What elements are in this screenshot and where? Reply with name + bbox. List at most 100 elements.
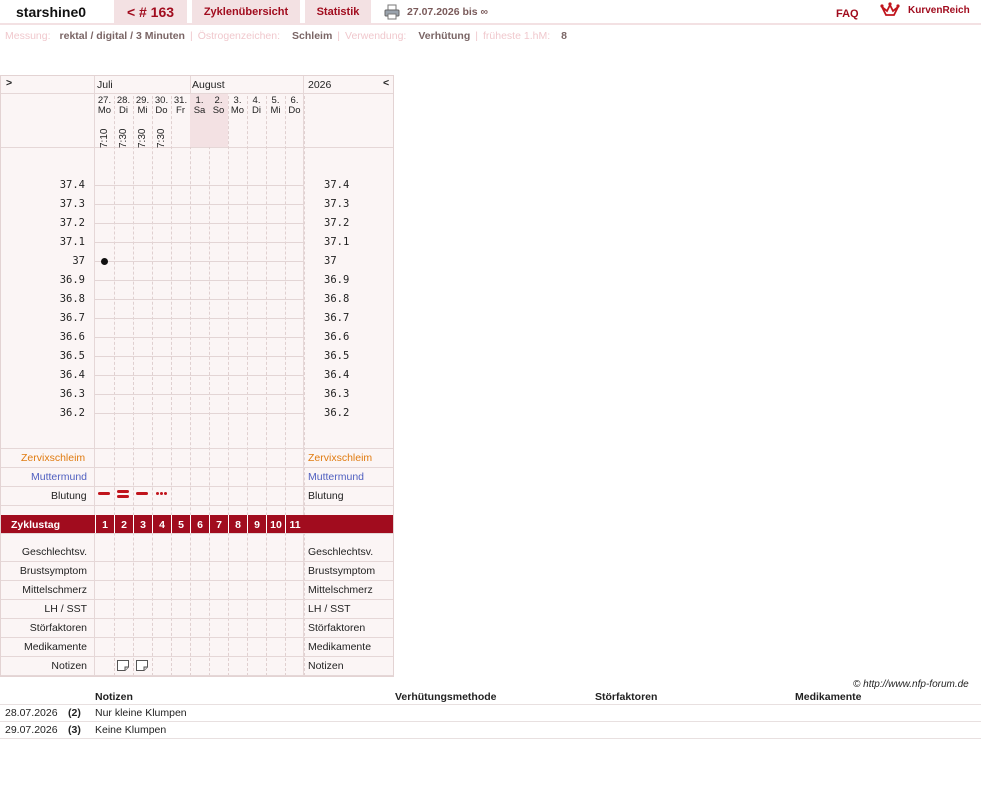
day-weekday[interactable]: Sa xyxy=(190,106,209,116)
temp-gridline xyxy=(95,413,304,414)
cycle-day-number: 5 xyxy=(171,515,190,534)
tab-cycle-overview[interactable]: Zyklenübersicht xyxy=(192,0,300,23)
day-column-divider xyxy=(133,96,134,676)
cycle-day-number: 11 xyxy=(285,515,304,534)
day-column-divider xyxy=(190,96,191,676)
row-line xyxy=(1,505,393,506)
row-label-muttermund-right: Muttermund xyxy=(308,471,365,483)
row-label-blutung: Blutung xyxy=(51,490,87,502)
row-label-right: Mittelschmerz xyxy=(308,584,373,596)
username[interactable]: starshine0 xyxy=(16,4,86,20)
row-label: Störfaktoren xyxy=(29,622,87,634)
month-label: August xyxy=(192,79,225,91)
note-text: Nur kleine Klumpen xyxy=(95,707,187,719)
row-label-right: Notizen xyxy=(308,660,344,672)
header-divider xyxy=(0,23,981,25)
row-label: Brustsymptom xyxy=(19,565,87,577)
cycle-day-number: 10 xyxy=(266,515,285,534)
day-weekday[interactable]: Fr xyxy=(171,106,190,116)
note-icon[interactable] xyxy=(117,660,129,671)
temp-label-right: 36.6 xyxy=(324,331,350,343)
meta-value: 8 xyxy=(561,30,567,42)
temp-gridline xyxy=(95,261,304,262)
row-line xyxy=(1,486,393,487)
temp-gridline xyxy=(95,223,304,224)
day-weekday[interactable]: Do xyxy=(285,106,304,116)
temp-gridline xyxy=(95,318,304,319)
row-line xyxy=(1,580,393,581)
bleeding-mark xyxy=(117,490,129,493)
row-label-zervix-right: Zervixschleim xyxy=(308,452,373,464)
year-label: 2026 xyxy=(308,79,332,91)
temp-label-right: 37.1 xyxy=(324,236,350,248)
temp-label-right: 36.8 xyxy=(324,293,350,305)
temp-label-right: 37.4 xyxy=(324,179,350,191)
day-weekday[interactable]: Mo xyxy=(228,106,247,116)
temp-gridline xyxy=(95,299,304,300)
row-line xyxy=(1,656,393,657)
temp-label: 37.1 xyxy=(59,236,85,248)
cycle-day-number: 7 xyxy=(209,515,228,534)
day-column-divider xyxy=(114,96,115,676)
day-weekday[interactable]: Mo xyxy=(95,106,114,116)
day-column-divider xyxy=(304,96,305,676)
temp-label-right: 37.2 xyxy=(324,217,350,229)
day-weekday[interactable]: Di xyxy=(114,106,133,116)
meds-header: Medikamente xyxy=(795,691,862,703)
cycle-day-number: 1 xyxy=(95,515,114,534)
next-period-button[interactable]: < xyxy=(383,77,389,89)
notes-header: Notizen xyxy=(95,691,133,703)
measure-time: 7:30 xyxy=(156,128,167,148)
temp-label: 36.9 xyxy=(59,274,85,286)
row-label-right: Störfaktoren xyxy=(308,622,366,634)
row-label: Geschlechtsv. xyxy=(21,546,87,558)
row-label-right: Geschlechtsv. xyxy=(308,546,374,558)
row-line xyxy=(1,561,393,562)
temperature-point[interactable] xyxy=(101,257,108,265)
left-axis-line xyxy=(94,76,95,676)
temp-label: 36.6 xyxy=(59,331,85,343)
day-column-divider xyxy=(228,96,229,676)
row-line xyxy=(1,637,393,638)
day-column-divider xyxy=(209,96,210,676)
meta-separator: | xyxy=(189,30,193,42)
meta-separator: | xyxy=(475,30,478,42)
brand-logo[interactable]: KurvenReich xyxy=(908,5,970,16)
prev-cycle-button[interactable]: < # 163 xyxy=(114,0,187,23)
prev-period-button[interactable]: > xyxy=(6,77,12,89)
temp-gridline xyxy=(95,337,304,338)
day-weekday[interactable]: Mi xyxy=(266,106,285,116)
print-icon[interactable] xyxy=(384,4,400,20)
day-weekday[interactable]: Mi xyxy=(133,106,152,116)
temp-gridline xyxy=(95,394,304,395)
temp-label: 36.4 xyxy=(59,369,85,381)
cycle-meta: Messung: rektal / digital / 3 Minuten | … xyxy=(5,30,567,42)
temp-gridline xyxy=(95,375,304,376)
row-label-muttermund: Muttermund xyxy=(31,471,88,483)
crown-icon xyxy=(880,2,900,18)
row-line xyxy=(1,618,393,619)
month-label: Juli xyxy=(97,79,113,91)
note-icon[interactable] xyxy=(136,660,148,671)
temp-label: 37.4 xyxy=(59,179,85,191)
faq-link[interactable]: FAQ xyxy=(836,8,859,20)
temp-label: 36.8 xyxy=(59,293,85,305)
day-weekday[interactable]: Do xyxy=(152,106,171,116)
row-label-zervix: Zervixschleim xyxy=(21,452,86,464)
factors-header: Störfaktoren xyxy=(595,691,658,703)
meta-value: Schleim xyxy=(292,30,333,42)
temp-label-right: 36.2 xyxy=(324,407,350,419)
measure-time: 7:30 xyxy=(137,128,148,148)
note-cycle-day: (2) xyxy=(68,707,81,719)
tab-statistics[interactable]: Statistik xyxy=(305,0,371,23)
bleeding-mark xyxy=(156,492,159,495)
meta-key: früheste 1.hM: xyxy=(483,30,551,42)
month-divider xyxy=(190,76,191,93)
bleeding-mark xyxy=(164,492,167,495)
day-weekday[interactable]: So xyxy=(209,106,228,116)
day-weekday[interactable]: Di xyxy=(247,106,266,116)
row-label-right: Medikamente xyxy=(308,641,372,653)
temp-label: 36.5 xyxy=(59,350,85,362)
temp-label-right: 36.7 xyxy=(324,312,350,324)
temp-gridline xyxy=(95,204,304,205)
